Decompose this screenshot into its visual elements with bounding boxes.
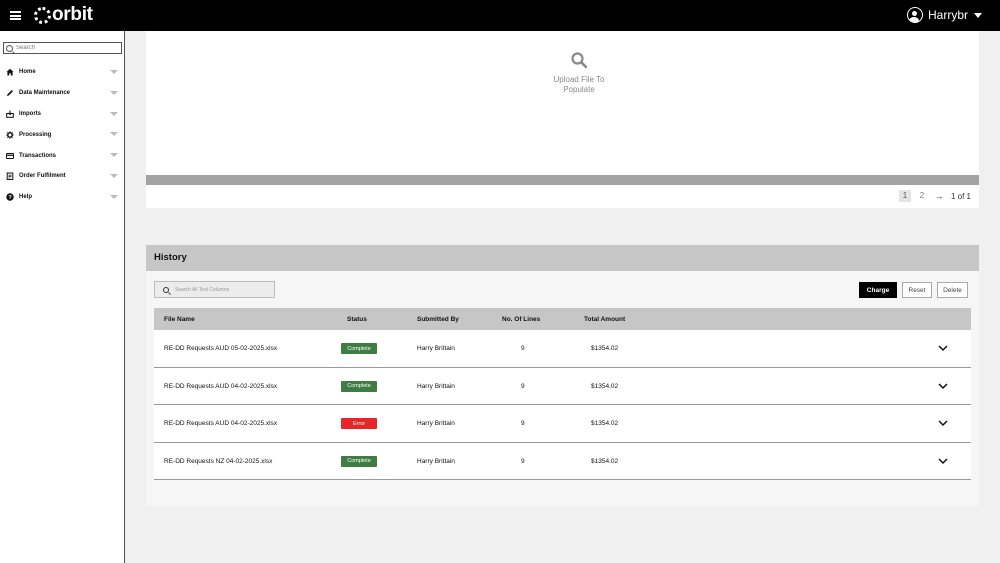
upload-prompt-line2: Populate: [563, 85, 595, 94]
table-search-input[interactable]: [175, 286, 270, 293]
upload-dropzone[interactable]: Upload File To Populate: [146, 31, 979, 175]
menu-icon[interactable]: [10, 11, 21, 20]
sidebar: Home Data Maintenance Imports Processing: [0, 31, 125, 563]
pagination: 1 2 → 1 of 1: [898, 190, 971, 202]
sidebar-search-input[interactable]: [16, 43, 116, 53]
delete-button[interactable]: Delete: [937, 282, 968, 298]
card-icon: [6, 152, 14, 160]
sidebar-item-help[interactable]: ? Help: [0, 187, 124, 208]
charge-button[interactable]: Charge: [859, 282, 897, 298]
sidebar-item-label: Order Fulfilment: [19, 173, 66, 180]
chevron-down-icon[interactable]: [110, 70, 118, 74]
table-row[interactable]: RE-DD Requests NZ 04-02-2025.xlsx Comple…: [154, 442, 971, 480]
lines-cell: 9: [521, 457, 525, 465]
table-row[interactable]: RE-DD Requests AUD 04-02-2025.xlsx Error…: [154, 405, 971, 443]
chevron-down-icon[interactable]: [938, 457, 948, 465]
help-icon: ?: [6, 193, 14, 201]
table-body: RE-DD Requests AUD 05-02-2025.xlsx Compl…: [154, 330, 971, 480]
search-icon: [163, 286, 169, 293]
upload-progress-bar: [146, 175, 979, 185]
amount-cell: $1354.02: [591, 457, 619, 465]
sidebar-item-transactions[interactable]: Transactions: [0, 145, 124, 166]
clipboard-icon: [6, 172, 14, 181]
history-panel: History Charge Reset Delete File Name St…: [146, 245, 979, 506]
caret-down-icon: [974, 12, 982, 18]
page-summary: 1 of 1: [950, 191, 971, 201]
submitted-by-cell: Harry Brittain: [417, 420, 455, 427]
chevron-down-icon[interactable]: [110, 194, 118, 199]
upload-prompt: Upload File To Populate: [529, 75, 629, 95]
file-name-cell: RE-DD Requests AUD 04-02-2025.xlsx: [164, 382, 278, 390]
amount-cell: $1354.02: [591, 420, 619, 427]
column-header-submitted-by[interactable]: Submitted By: [417, 316, 459, 323]
sidebar-item-processing[interactable]: Processing: [0, 124, 124, 145]
file-name-cell: RE-DD Requests AUD 05-02-2025.xlsx: [164, 345, 278, 352]
top-bar: orbit Harrybr: [0, 0, 1000, 31]
sidebar-item-label: Imports: [19, 110, 42, 117]
chevron-down-icon[interactable]: [110, 111, 118, 116]
pencil-icon: [6, 89, 14, 97]
status-badge: Complete: [341, 343, 377, 354]
table-row[interactable]: RE-DD Requests AUD 04-02-2025.xlsx Compl…: [154, 367, 971, 405]
sidebar-item-label: Home: [19, 69, 36, 76]
chevron-down-icon[interactable]: [938, 344, 948, 352]
lines-cell: 9: [521, 382, 525, 390]
table-row[interactable]: RE-DD Requests AUD 05-02-2025.xlsx Compl…: [154, 330, 971, 368]
page-button-1[interactable]: 1: [898, 190, 911, 202]
submitted-by-cell: Harry Brittain: [417, 345, 455, 352]
sidebar-search[interactable]: [3, 42, 122, 54]
gear-icon: [6, 131, 14, 139]
user-menu[interactable]: Harrybr: [906, 7, 982, 23]
sidebar-nav: Home Data Maintenance Imports Processing: [0, 62, 124, 208]
chevron-down-icon[interactable]: [110, 173, 118, 178]
sidebar-item-label: Help: [19, 194, 33, 201]
sidebar-item-order-fulfilment[interactable]: Order Fulfilment: [0, 166, 124, 187]
user-avatar-icon: [906, 7, 923, 23]
history-title: History: [154, 252, 187, 263]
status-badge: Complete: [341, 455, 377, 467]
chevron-down-icon[interactable]: [938, 382, 948, 390]
app-name: orbit: [52, 4, 93, 25]
sidebar-item-imports[interactable]: Imports: [0, 104, 124, 125]
orbit-logo-mark: [34, 6, 51, 24]
column-header-total-amount[interactable]: Total Amount: [584, 316, 625, 323]
page-button-2[interactable]: 2: [916, 190, 928, 202]
sidebar-item-label: Processing: [19, 131, 52, 138]
home-icon: [6, 68, 14, 76]
status-badge: Complete: [341, 380, 377, 392]
column-header-status[interactable]: Status: [347, 316, 367, 323]
status-badge: Error: [341, 418, 377, 429]
search-icon: [6, 44, 13, 52]
submitted-by-cell: Harry Brittain: [417, 457, 455, 465]
history-header: History: [146, 245, 979, 271]
table-search[interactable]: [154, 281, 275, 298]
chevron-down-icon[interactable]: [110, 132, 118, 137]
app-logo[interactable]: orbit: [34, 5, 93, 25]
amount-cell: $1354.02: [591, 345, 619, 352]
sidebar-item-home[interactable]: Home: [0, 62, 124, 83]
file-name-cell: RE-DD Requests NZ 04-02-2025.xlsx: [164, 457, 273, 465]
sidebar-item-label: Transactions: [19, 152, 57, 159]
sidebar-item-label: Data Maintenance: [19, 90, 71, 97]
chevron-down-icon[interactable]: [938, 419, 948, 427]
next-page-arrow-icon[interactable]: →: [933, 191, 945, 201]
lines-cell: 9: [521, 345, 525, 352]
file-name-cell: RE-DD Requests AUD 04-02-2025.xlsx: [164, 420, 278, 427]
import-icon: [6, 110, 14, 118]
upload-prompt-line1: Upload File To: [553, 75, 605, 84]
reset-button[interactable]: Reset: [902, 282, 932, 298]
amount-cell: $1354.02: [591, 382, 619, 390]
submitted-by-cell: Harry Brittain: [417, 382, 455, 390]
user-name: Harrybr: [927, 8, 968, 22]
table-header: File Name Status Submitted By No. Of Lin…: [154, 308, 971, 330]
sidebar-item-data-maintenance[interactable]: Data Maintenance: [0, 83, 124, 104]
chevron-down-icon[interactable]: [110, 90, 118, 95]
search-icon: [571, 52, 587, 68]
chevron-down-icon[interactable]: [110, 153, 118, 158]
lines-cell: 9: [521, 420, 525, 427]
upload-panel: Upload File To Populate 1 2 → 1 of 1: [146, 31, 979, 208]
column-header-file-name[interactable]: File Name: [164, 316, 195, 323]
column-header-no-of-lines[interactable]: No. Of Lines: [502, 316, 540, 323]
